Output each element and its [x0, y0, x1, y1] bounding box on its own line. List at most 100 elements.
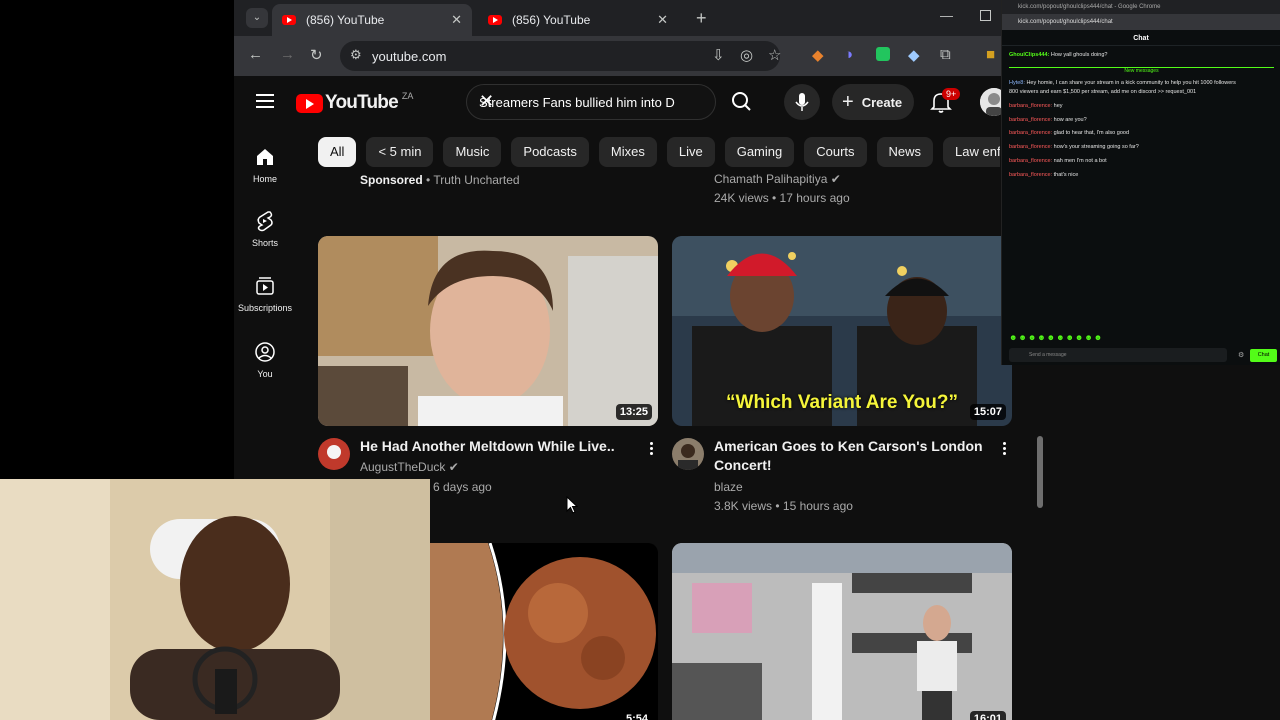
video-title[interactable]: American Goes to Ken Carson's London Con…	[714, 437, 983, 475]
channel-name[interactable]: blaze	[714, 480, 743, 494]
chat-text: glad to hear that, I'm also good	[1053, 130, 1130, 136]
menu-icon[interactable]	[256, 94, 274, 108]
chat-message: barbara_florence: glad to hear that, I'm…	[1009, 130, 1129, 136]
close-tab-icon[interactable]: ✕	[451, 12, 462, 28]
chip-podcasts[interactable]: Podcasts	[511, 137, 589, 167]
guide-label: Home	[252, 174, 277, 184]
ad-channel-name[interactable]: Truth Uncharted	[433, 173, 519, 187]
clear-search-icon[interactable]: ✕	[479, 91, 707, 112]
home-icon	[257, 149, 273, 165]
search-icon	[732, 92, 751, 111]
youtube-logo[interactable]: YouTube ZA	[296, 91, 413, 114]
tab-title: (856) YouTube	[306, 13, 385, 27]
chip-courts[interactable]: Courts	[804, 137, 867, 167]
chat-username[interactable]: barbara_florence:	[1009, 103, 1052, 109]
extension-fox-icon[interactable]: ◆	[812, 46, 824, 64]
chat-text: hey	[1053, 103, 1063, 109]
chat-message: barbara_florence: hey	[1009, 103, 1063, 109]
install-icon[interactable]: ⇩	[712, 46, 725, 64]
notification-badge: 9+	[942, 88, 961, 100]
guide-item-you[interactable]: You	[234, 341, 296, 379]
sponsored-info: Sponsored • Truth Uncharted	[360, 173, 520, 187]
more-actions-icon[interactable]	[1003, 442, 1007, 457]
chat-username[interactable]: barbara_florence:	[1009, 158, 1052, 164]
emote-row-icon[interactable]: ☻☻☻☻☻☻☻☻☻☻	[1009, 333, 1103, 342]
chat-message: 800 viewers and earn $1,500 per stream, …	[1009, 89, 1196, 95]
chip-music[interactable]: Music	[443, 137, 502, 167]
duration-badge: 16:01	[969, 711, 1006, 720]
minimize-icon[interactable]: —	[940, 8, 953, 23]
logo-wordmark: YouTube	[325, 92, 399, 113]
chat-username[interactable]: barbara_florence:	[1009, 144, 1052, 150]
chat-send-button[interactable]: Chat	[1250, 349, 1277, 362]
extension-green-icon[interactable]	[876, 47, 890, 61]
guide-item-shorts[interactable]: Shorts	[234, 210, 296, 248]
chat-username[interactable]: barbara_florence:	[1009, 117, 1052, 123]
extension-vpn-icon[interactable]: ◆	[908, 46, 920, 64]
chat-message: barbara_florence: nah men I'm not a bot	[1009, 158, 1107, 164]
chat-text: that's nice	[1053, 172, 1079, 178]
page-scrollbar[interactable]	[1037, 436, 1043, 508]
back-icon[interactable]: ←	[248, 46, 263, 63]
close-tab-icon[interactable]: ✕	[657, 12, 668, 28]
tab-youtube[interactable]: (856) YouTube ✕	[478, 4, 678, 36]
video-stats: 24K views • 17 hours ago	[714, 191, 850, 205]
site-info-icon[interactable]: ⚙	[350, 47, 362, 63]
chat-message: barbara_florence: how are you?	[1009, 117, 1087, 123]
video-thumbnail[interactable]: 13:25	[318, 236, 658, 426]
thumbnail-overlay-text: “Which Variant Are You?”	[726, 392, 958, 413]
chip-gaming[interactable]: Gaming	[724, 137, 795, 167]
kick-chat-window: kick.com/popout/ghoulclips444/chat - Goo…	[1001, 0, 1280, 365]
video-title[interactable]: He Had Another Meltdown While Live..	[360, 437, 615, 456]
maximize-icon[interactable]	[980, 10, 991, 21]
chat-username[interactable]: Hyte8:	[1009, 80, 1025, 86]
extension-orange-icon[interactable]: ■	[986, 46, 995, 63]
chip-law-enforcement[interactable]: Law enforcer	[943, 137, 1000, 167]
voice-search-button[interactable]	[784, 84, 820, 120]
chip-live[interactable]: Live	[666, 137, 715, 167]
search-input[interactable]: Streamers Fans bullied him into D ✕	[466, 84, 716, 120]
chat-text: nah men I'm not a bot	[1053, 158, 1107, 164]
tab-youtube-active[interactable]: (856) YouTube ✕	[272, 4, 472, 36]
channel-name[interactable]: Chamath Palihapitiya ✔	[714, 172, 841, 186]
new-messages-divider: New messages	[1009, 67, 1274, 74]
extensions-puzzle-icon[interactable]: ⧉	[940, 46, 951, 63]
chat-message: barbara_florence: that's nice	[1009, 172, 1078, 178]
chat-text: how's your streaming going so far?	[1053, 144, 1139, 150]
video-thumbnail[interactable]: 16:01	[672, 543, 1012, 720]
address-text: youtube.com	[372, 49, 447, 64]
settings-gear-icon[interactable]: ⚙	[1238, 351, 1244, 359]
guide-item-home[interactable]: Home	[234, 146, 296, 184]
search-button[interactable]	[720, 84, 762, 120]
chat-username[interactable]: GhoulClips444:	[1009, 52, 1049, 58]
more-actions-icon[interactable]	[650, 442, 654, 457]
video-stats: 3.8K views • 15 hours ago	[714, 499, 853, 513]
forward-icon[interactable]: →	[280, 46, 295, 63]
chat-username[interactable]: barbara_florence:	[1009, 130, 1052, 136]
eye-off-icon[interactable]: ◎	[740, 46, 753, 64]
tab-title: (856) YouTube	[512, 13, 591, 27]
reload-icon[interactable]: ↻	[310, 46, 323, 64]
chat-username[interactable]: barbara_florence:	[1009, 172, 1052, 178]
video-thumbnail[interactable]: “Which Variant Are You?” 15:07	[672, 236, 1012, 426]
new-tab-icon[interactable]: +	[696, 8, 707, 29]
guide-item-subscriptions[interactable]: Subscriptions	[234, 275, 296, 313]
chip-all[interactable]: All	[318, 137, 357, 167]
create-button[interactable]: + Create	[832, 84, 914, 120]
guide-label: Shorts	[251, 238, 278, 248]
chat-message-input[interactable]: Send a message	[1009, 348, 1227, 362]
bookmark-star-icon[interactable]: ☆	[768, 46, 781, 64]
channel-avatar[interactable]	[318, 438, 350, 470]
tab-search-icon[interactable]: ⌄	[246, 8, 268, 28]
chip-short[interactable]: < 5 min	[366, 137, 434, 167]
channel-avatar[interactable]	[672, 438, 704, 470]
youtube-favicon-icon	[488, 15, 502, 25]
extension-purple-icon[interactable]: ◑	[844, 46, 853, 63]
webcam-overlay	[0, 479, 430, 720]
channel-name[interactable]: AugustTheDuck ✔	[360, 460, 459, 474]
plus-icon: +	[842, 90, 854, 113]
mouse-cursor-icon	[566, 496, 578, 514]
chip-news[interactable]: News	[876, 137, 934, 167]
chat-text: how are you?	[1053, 117, 1087, 123]
chip-mixes[interactable]: Mixes	[598, 137, 657, 167]
